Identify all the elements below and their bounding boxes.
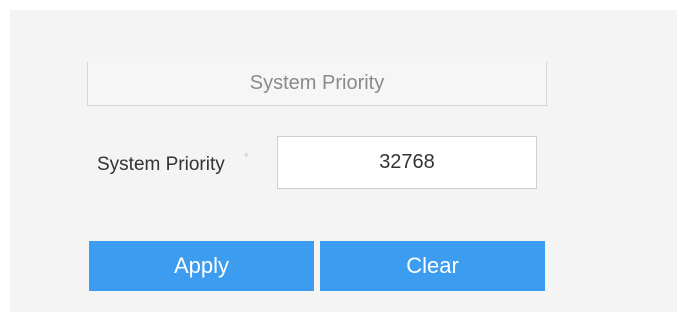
system-priority-input[interactable]	[277, 136, 537, 189]
clear-button[interactable]: Clear	[320, 241, 545, 291]
section-header: System Priority	[87, 62, 547, 106]
system-priority-label: System Priority	[97, 154, 225, 175]
section-title: System Priority	[249, 72, 385, 94]
apply-button[interactable]: Apply	[89, 241, 314, 291]
required-mark: *	[244, 150, 249, 164]
